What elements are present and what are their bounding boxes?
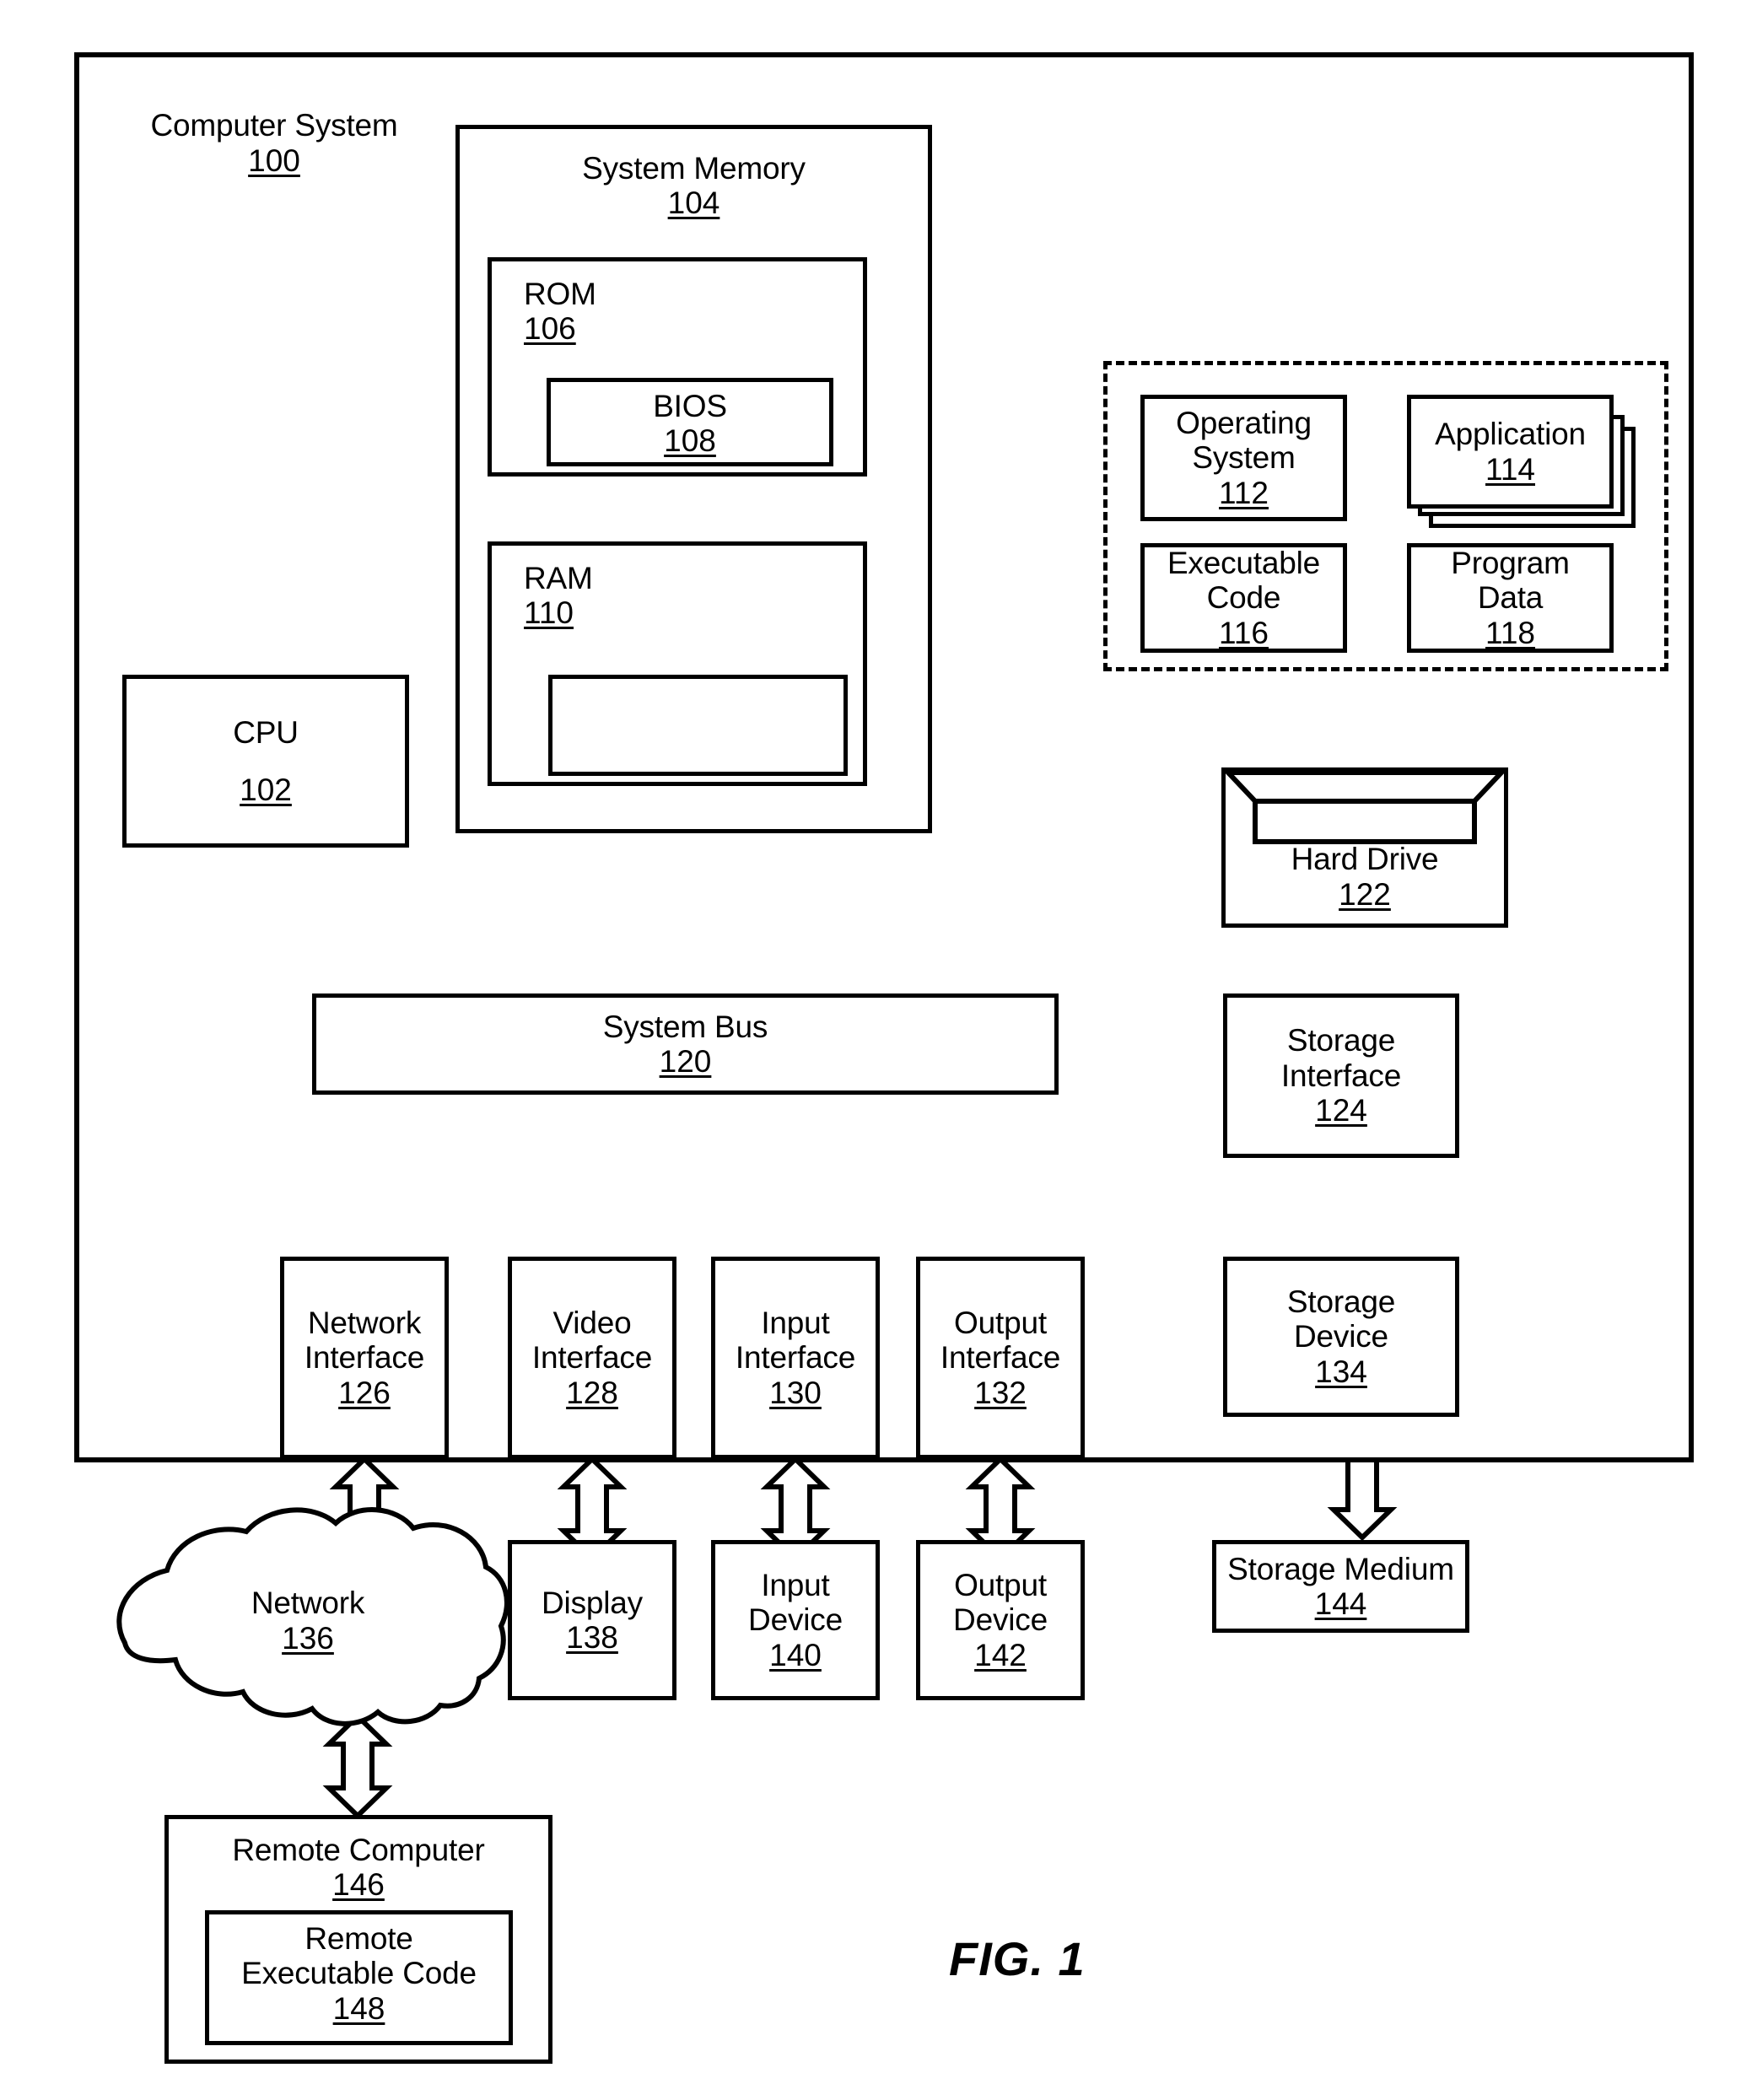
input-device-number: 140	[769, 1637, 822, 1672]
operating-system-title: Operating System	[1176, 405, 1312, 476]
operating-system-box: Operating System 112	[1140, 395, 1347, 521]
input-interface-box: Input Interface 130	[711, 1257, 880, 1459]
output-interface-number: 132	[974, 1375, 1027, 1410]
ram-title: RAM	[524, 561, 593, 595]
output-device-box: Output Device 142	[916, 1540, 1085, 1700]
storage-medium-box: Storage Medium 144	[1212, 1540, 1469, 1633]
display-title: Display	[542, 1585, 643, 1620]
arrow-network-remotecomputer	[322, 1712, 393, 1820]
rom-title: ROM	[524, 277, 596, 311]
cpu-box: CPU 102	[122, 675, 409, 848]
input-interface-number: 130	[769, 1375, 822, 1410]
executable-code-title: Executable Code	[1167, 545, 1321, 616]
patent-figure-1: .ar { fill:#ffffff; stroke:#000000; stro…	[0, 0, 1757, 2100]
storage-device-number: 134	[1315, 1354, 1367, 1389]
rom-number: 106	[524, 311, 576, 347]
cpu-title: CPU	[233, 715, 299, 751]
storage-device-title: Storage Device	[1286, 1284, 1396, 1354]
bios-title: BIOS	[653, 389, 727, 423]
ram-number: 110	[524, 595, 574, 631]
hard-drive-number: 122	[1339, 876, 1391, 912]
remote-computer-title: Remote Computer	[232, 1833, 485, 1867]
display-number: 138	[566, 1620, 618, 1655]
storage-interface-number: 124	[1315, 1093, 1367, 1128]
application-title: Application	[1435, 417, 1586, 452]
storage-interface-title: Storage Interface	[1280, 1023, 1402, 1093]
storage-device-box: Storage Device 134	[1223, 1257, 1459, 1417]
output-device-number: 142	[974, 1637, 1027, 1672]
application-number: 114	[1485, 451, 1535, 487]
video-interface-box: Video Interface 128	[508, 1257, 676, 1459]
input-device-box: Input Device 140	[711, 1540, 880, 1700]
program-data-title: Program Data	[1451, 545, 1570, 616]
storage-medium-number: 144	[1314, 1586, 1367, 1621]
output-interface-title: Output Interface	[940, 1305, 1061, 1376]
cpu-number: 102	[240, 772, 292, 807]
remote-computer-number: 146	[332, 1867, 385, 1903]
input-interface-title: Input Interface	[735, 1305, 856, 1376]
input-device-title: Input Device	[748, 1567, 843, 1638]
program-data-number: 118	[1485, 615, 1535, 650]
storage-interface-box: Storage Interface 124	[1223, 993, 1459, 1158]
network-interface-number: 126	[338, 1375, 391, 1410]
output-device-title: Output Device	[953, 1567, 1048, 1638]
system-bus-title: System Bus	[602, 1009, 768, 1044]
executable-code-number: 116	[1219, 615, 1269, 650]
remote-executable-code-title: Remote Executable Code	[241, 1921, 477, 1991]
remote-executable-code-box: Remote Executable Code 148	[205, 1910, 513, 2045]
network-title: Network	[251, 1586, 365, 1620]
executable-code-box: Executable Code 116	[1140, 543, 1347, 653]
computer-system-title: Computer System	[150, 108, 398, 143]
system-bus-number: 120	[659, 1044, 712, 1079]
remote-executable-code-number: 148	[332, 1990, 385, 2026]
network-number: 136	[282, 1621, 334, 1656]
computer-system-number: 100	[248, 143, 300, 179]
network-interface-box: Network Interface 126	[280, 1257, 449, 1459]
system-bus-box: System Bus 120	[312, 993, 1059, 1095]
program-data-box: Program Data 118	[1407, 543, 1614, 653]
application-box: Application 114	[1407, 395, 1614, 509]
computer-system-label: Computer System 100	[135, 108, 413, 179]
operating-system-number: 112	[1219, 475, 1269, 510]
bios-box: BIOS 108	[547, 378, 833, 466]
video-interface-number: 128	[566, 1375, 618, 1410]
network-interface-title: Network Interface	[304, 1305, 425, 1376]
output-interface-box: Output Interface 132	[916, 1257, 1085, 1459]
bios-number: 108	[664, 423, 716, 459]
ram-contents-region	[548, 675, 848, 776]
system-memory-title: System Memory	[582, 151, 806, 186]
arrow-networkinterface-network	[329, 1455, 400, 1563]
network-label: Network 136	[194, 1586, 422, 1656]
hard-drive-platter-icon	[1222, 770, 1507, 844]
storage-medium-title: Storage Medium	[1227, 1551, 1454, 1586]
video-interface-title: Video Interface	[531, 1305, 653, 1376]
display-box: Display 138	[508, 1540, 676, 1700]
system-memory-number: 104	[667, 186, 720, 221]
figure-caption: FIG. 1	[949, 1932, 1086, 1985]
